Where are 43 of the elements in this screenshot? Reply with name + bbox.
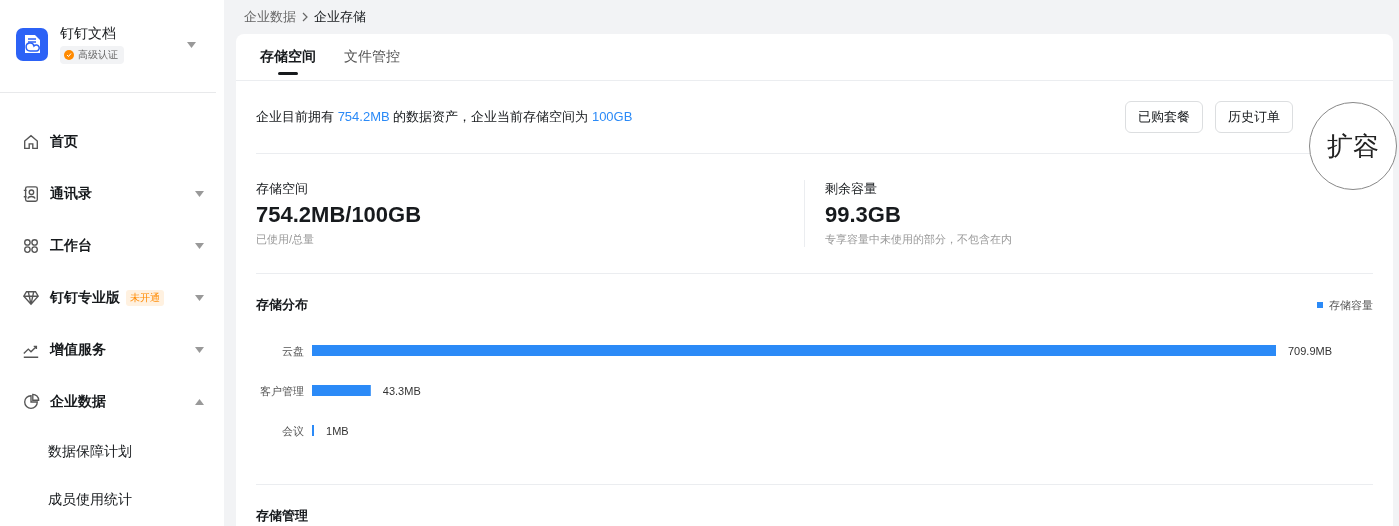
toolbar-button[interactable]: 历史订单 <box>1215 101 1293 133</box>
chart-legend: 存储容量 <box>1317 297 1373 313</box>
section-title: 存储管理 <box>256 507 308 525</box>
category-label: 云盘 <box>282 345 304 357</box>
sidebar-subitem[interactable]: 数据保障计划 <box>0 428 224 476</box>
category-label: 会议 <box>282 425 304 437</box>
sidebar-item[interactable]: 首页 <box>0 116 224 168</box>
expand-button[interactable]: 扩容 <box>1309 102 1397 190</box>
sidebar-item[interactable]: 工作台 <box>0 220 224 272</box>
value-label: 1MB <box>326 425 349 437</box>
sidebar-item[interactable]: 增值服务 <box>0 324 224 376</box>
chevron-right-icon <box>302 12 308 22</box>
sidebar-item[interactable]: 企业数据 <box>0 376 224 428</box>
storage-summary: 企业目前拥有 754.2MB 的数据资产，企业当前存储空间为 100GB <box>256 108 634 126</box>
category-label: 客户管理 <box>260 385 304 397</box>
pie-chart-icon <box>22 393 40 411</box>
breadcrumb-item[interactable]: 企业数据 <box>244 8 296 26</box>
stat-label: 剩余容量 <box>825 180 878 198</box>
sidebar-subitem[interactable]: 成员使用统计 <box>0 476 224 524</box>
status-tag: 未开通 <box>126 290 164 306</box>
org-name: 钉钉文档 <box>60 25 116 43</box>
stat-value: 99.3GB <box>825 202 902 228</box>
tab[interactable]: 存储空间 <box>260 34 316 80</box>
value-label: 43.3MB <box>382 385 421 397</box>
sidebar-item[interactable]: 通讯录 <box>0 168 224 220</box>
toolbar-button[interactable]: 已购套餐 <box>1125 101 1203 133</box>
app-logo <box>16 28 48 61</box>
stat-value: 754.2MB/100GB <box>256 202 423 228</box>
stat-label: 存储空间 <box>256 180 309 198</box>
certification-badge: 高级认证 <box>60 46 124 64</box>
stat-note: 专享容量中未使用的部分，不包含在内 <box>825 232 1013 247</box>
home-icon <box>22 133 40 151</box>
tab[interactable]: 文件管控 <box>344 34 400 80</box>
diamond-icon <box>22 289 40 307</box>
value-label: 709.9MB <box>1288 345 1333 357</box>
section-title: 存储分布 <box>256 296 308 314</box>
bar <box>312 385 371 396</box>
breadcrumb-item: 企业存储 <box>314 8 366 26</box>
caret-down-icon[interactable] <box>187 41 196 48</box>
grid-icon <box>22 237 40 255</box>
stat-note: 已使用/总量 <box>256 232 316 247</box>
contact-card-icon <box>22 185 40 203</box>
sidebar-item[interactable]: 钉钉专业版 未开通 <box>0 272 224 324</box>
